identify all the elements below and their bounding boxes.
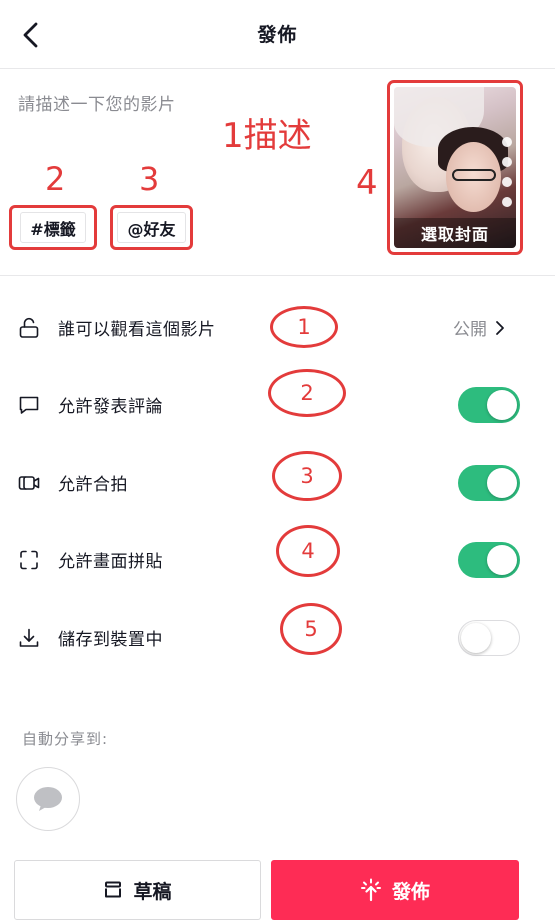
privacy-row[interactable]: 誰可以觀看這個影片 1 公開 [0, 290, 555, 366]
hashtag-button[interactable]: #標籤 [9, 205, 97, 250]
stitch-label: 允許畫面拼貼 [58, 552, 163, 572]
annotation-hashtag: 2 [45, 160, 66, 198]
message-bubble-icon [34, 787, 62, 811]
stitch-row: 允許畫面拼貼 4 [0, 522, 555, 598]
save-to-device-row: 儲存到裝置中 5 [0, 600, 555, 676]
comments-row: 允許發表評論 2 [0, 367, 555, 443]
hashtag-label: #標籤 [20, 212, 86, 243]
save-to-device-label: 儲存到裝置中 [58, 630, 163, 650]
annotation-mention: 3 [139, 160, 160, 198]
mention-button[interactable]: @好友 [110, 205, 193, 250]
lock-icon [19, 317, 39, 338]
duet-toggle[interactable] [458, 465, 520, 501]
post-button[interactable]: 發佈 [271, 860, 519, 920]
annotation-circle-2: 2 [268, 369, 346, 417]
privacy-value: 公開 [453, 320, 487, 340]
stitch-toggle[interactable] [458, 542, 520, 578]
comments-label: 允許發表評論 [58, 397, 163, 417]
cover-picker[interactable]: 選取封面 [387, 80, 523, 255]
chevron-right-icon [496, 320, 504, 335]
annotation-circle-1: 1 [270, 306, 338, 348]
cover-thumbnail: 選取封面 [394, 87, 516, 248]
duet-label: 允許合拍 [58, 475, 128, 495]
annotation-circle-3: 3 [272, 451, 342, 501]
comments-toggle[interactable] [458, 387, 520, 423]
stitch-icon [20, 550, 38, 570]
mention-label: @好友 [117, 212, 186, 243]
post-sparkle-icon [360, 878, 381, 902]
privacy-label: 誰可以觀看這個影片 [58, 320, 216, 340]
privacy-selector[interactable]: 公開 [453, 315, 505, 340]
save-to-device-toggle[interactable] [458, 620, 520, 656]
download-icon [19, 628, 39, 647]
annotation-description: 1描述 [222, 116, 312, 156]
section-divider [0, 275, 555, 276]
duet-row: 允許合拍 3 [0, 445, 555, 521]
header-divider [0, 68, 555, 69]
annotation-circle-5: 5 [280, 603, 342, 655]
duet-camera-icon [18, 476, 40, 490]
comment-icon [19, 396, 39, 414]
page-title: 發佈 [257, 24, 298, 46]
annotation-circle-4: 4 [276, 525, 340, 577]
draft-button[interactable]: 草稿 [14, 860, 261, 920]
description-input[interactable]: 請描述一下您的影片 [18, 90, 176, 115]
post-label: 發佈 [391, 880, 430, 903]
draft-box-icon [105, 881, 122, 898]
cover-label: 選取封面 [394, 218, 516, 248]
annotation-cover: 4 [356, 163, 378, 203]
share-label: 自動分享到: [22, 730, 109, 748]
draft-label: 草稿 [133, 880, 172, 903]
share-message-button[interactable] [16, 767, 80, 831]
